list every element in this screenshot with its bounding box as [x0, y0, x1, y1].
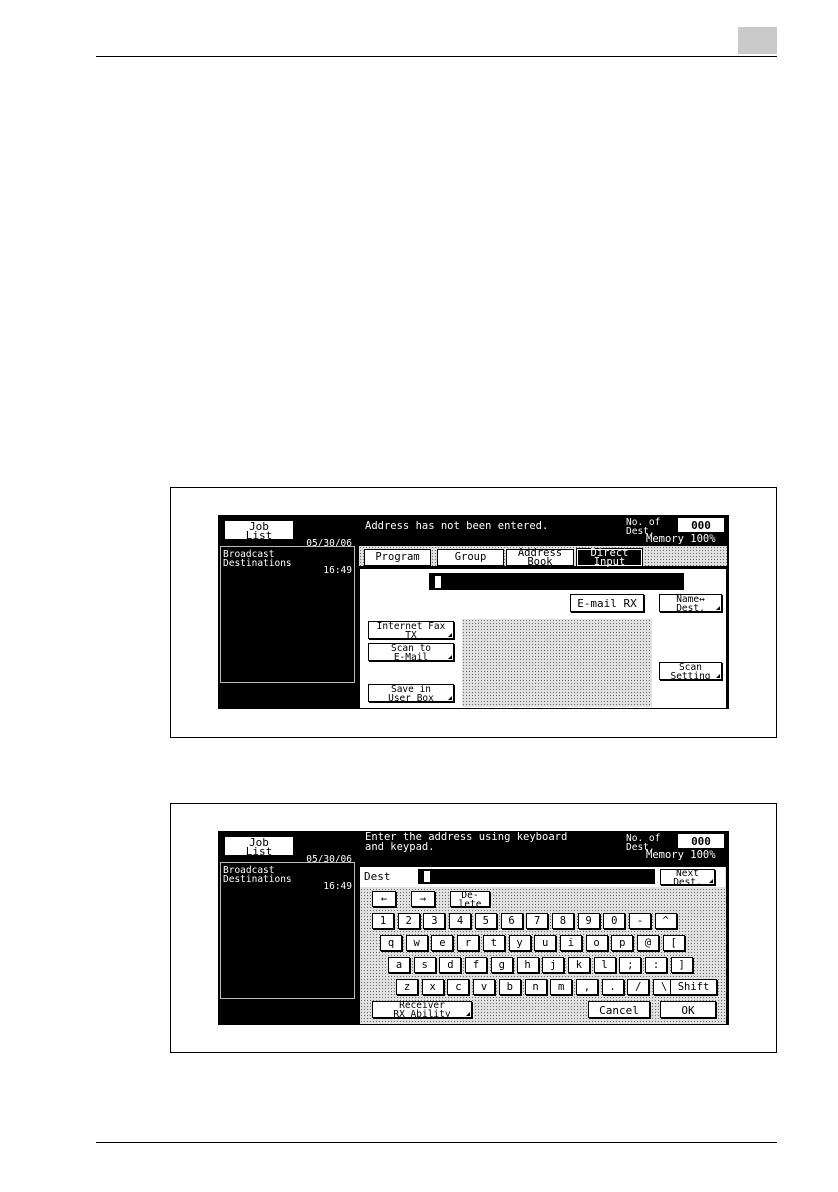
key-3-5[interactable]: g: [490, 957, 513, 973]
name-dest-button[interactable]: Name↔ Dest.: [659, 594, 722, 612]
key-4-4[interactable]: v: [473, 979, 496, 995]
ok-button[interactable]: OK: [660, 1001, 716, 1018]
key-2-1[interactable]: q: [380, 935, 402, 951]
status-message: Address has not been entered.: [365, 520, 549, 532]
chapter-number-box: [738, 27, 777, 54]
preview-area: [462, 619, 652, 707]
text-cursor: [424, 871, 430, 882]
cancel-button[interactable]: Cancel: [588, 1001, 650, 1018]
key-1-2[interactable]: 2: [397, 913, 420, 929]
keyboard-panel: Dest Next Dest. ← → De- lete 1234567890-…: [359, 866, 727, 1025]
key-3-4[interactable]: f: [465, 957, 488, 973]
key-4-1[interactable]: z: [396, 979, 418, 995]
delete-key[interactable]: De- lete: [450, 891, 490, 907]
key-2-11[interactable]: @: [637, 935, 659, 951]
email-rx-button[interactable]: E-mail RX: [570, 594, 644, 612]
footer-rule: [96, 1142, 777, 1143]
key-3-12[interactable]: ]: [670, 957, 693, 973]
key-4-10[interactable]: /: [627, 979, 650, 995]
key-4-9[interactable]: .: [601, 979, 624, 995]
scan-setting-button[interactable]: Scan Setting: [659, 662, 722, 680]
key-4-7[interactable]: m: [550, 979, 573, 995]
status-message: Enter the address using keyboard and key…: [365, 831, 568, 853]
screen-1: Job List 05/30/06 16:49 Broadcast Destin…: [218, 515, 729, 709]
key-1-7[interactable]: 7: [526, 913, 549, 929]
key-3-3[interactable]: d: [439, 957, 462, 973]
tab-direct-input[interactable]: Direct Input: [577, 547, 642, 567]
scan-to-email-button[interactable]: Scan to E-Mail: [368, 643, 454, 661]
key-1-3[interactable]: 3: [423, 913, 446, 929]
broadcast-destinations-list[interactable]: Broadcast Destinations: [220, 546, 355, 683]
key-4-8[interactable]: ,: [575, 979, 598, 995]
save-in-user-box-button[interactable]: Save in User Box: [368, 684, 454, 702]
key-4-5[interactable]: b: [498, 979, 521, 995]
key-4-2[interactable]: x: [421, 979, 444, 995]
key-2-8[interactable]: i: [559, 935, 582, 951]
key-1-11[interactable]: -: [629, 913, 651, 929]
job-list-button[interactable]: Job List: [224, 836, 294, 856]
key-2-5[interactable]: t: [482, 935, 505, 951]
key-3-8[interactable]: k: [567, 957, 590, 973]
key-3-2[interactable]: s: [413, 957, 436, 973]
key-2-6[interactable]: y: [508, 935, 531, 951]
key-2-12[interactable]: [: [662, 935, 685, 951]
key-3-9[interactable]: l: [593, 957, 616, 973]
next-dest-button[interactable]: Next Dest.: [660, 869, 715, 885]
key-1-8[interactable]: 8: [551, 913, 574, 929]
address-field[interactable]: [418, 869, 655, 884]
key-1-5[interactable]: 5: [474, 913, 497, 929]
direct-input-panel: E-mail RX Name↔ Dest. Internet Fax TX Sc…: [359, 568, 727, 709]
key-2-10[interactable]: p: [611, 935, 634, 951]
dest-count: 000: [678, 834, 724, 848]
key-1-1[interactable]: 1: [372, 913, 394, 929]
key-4-6[interactable]: n: [524, 979, 547, 995]
key-3-6[interactable]: h: [516, 957, 539, 973]
key-3-7[interactable]: j: [542, 957, 565, 973]
tab-program[interactable]: Program: [364, 549, 431, 566]
header-rule: [96, 56, 777, 57]
shift-key[interactable]: Shift: [670, 979, 717, 995]
memory-status: Memory 100%: [646, 849, 716, 861]
key-3-10[interactable]: ;: [619, 957, 642, 973]
key-2-2[interactable]: w: [405, 935, 428, 951]
key-3-11[interactable]: :: [645, 957, 667, 973]
key-1-6[interactable]: 6: [500, 913, 523, 929]
internet-fax-tx-button[interactable]: Internet Fax TX: [368, 621, 454, 639]
key-2-9[interactable]: o: [585, 935, 608, 951]
address-field[interactable]: [429, 573, 684, 590]
key-2-3[interactable]: e: [431, 935, 454, 951]
dest-label: Dest: [364, 870, 391, 883]
left-arrow-key[interactable]: ←: [372, 891, 396, 907]
key-2-7[interactable]: u: [534, 935, 557, 951]
dest-count: 000: [678, 518, 724, 532]
key-3-1[interactable]: a: [388, 957, 410, 973]
key-1-9[interactable]: 9: [577, 913, 600, 929]
broadcast-destinations-list[interactable]: Broadcast Destinations: [220, 862, 355, 999]
key-2-4[interactable]: r: [457, 935, 480, 951]
tab-group[interactable]: Group: [437, 549, 504, 566]
memory-status: Memory 100%: [646, 533, 716, 545]
key-1-4[interactable]: 4: [449, 913, 472, 929]
key-1-12[interactable]: ^: [654, 913, 677, 929]
job-list-button[interactable]: Job List: [224, 520, 294, 540]
screen-2: Job List 05/30/06 16:49 Broadcast Destin…: [218, 831, 729, 1025]
text-cursor: [435, 576, 441, 588]
right-arrow-key[interactable]: →: [411, 891, 435, 907]
tab-address-book[interactable]: Address Book: [506, 547, 574, 567]
key-4-3[interactable]: c: [447, 979, 470, 995]
key-1-10[interactable]: 0: [603, 913, 626, 929]
receiver-rx-ability-button[interactable]: Receiver RX Ability: [372, 1001, 472, 1018]
